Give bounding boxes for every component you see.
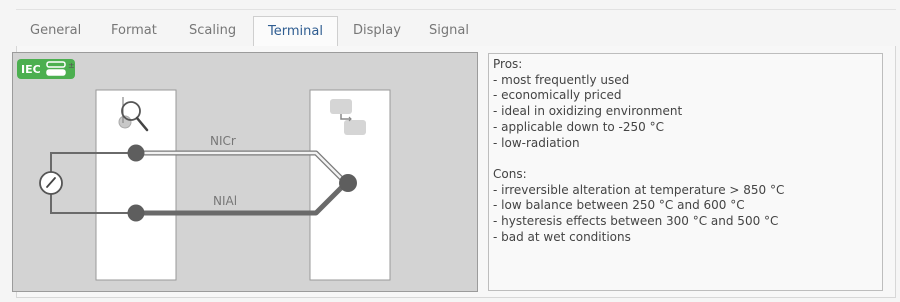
pros-title: Pros:	[493, 57, 523, 71]
junction-dot	[339, 174, 357, 192]
cons-item: - bad at wet conditions	[493, 229, 631, 244]
wire-label-nicr: NICr	[210, 134, 236, 148]
iec-badge: IEC ±	[17, 59, 75, 79]
cons-item: - irreversible alteration at temperature…	[493, 182, 785, 197]
cons-title: Cons:	[493, 166, 527, 181]
terminal-dot-top	[127, 144, 145, 162]
pros-item: - applicable down to -250 °C	[493, 119, 664, 134]
iec-badge-label: IEC	[21, 63, 41, 76]
wire-label-nial: NIAl	[213, 194, 237, 208]
terminal-diagram: IEC ± NICr NIAl	[12, 52, 478, 292]
svg-text:±: ±	[68, 61, 75, 70]
pros-item: - low-radiation	[493, 135, 580, 150]
gauge-icon	[39, 171, 63, 195]
tab-scaling[interactable]: Scaling	[175, 16, 250, 46]
tab-general[interactable]: General	[16, 16, 95, 46]
tab-display[interactable]: Display	[339, 16, 415, 46]
pros-item: - most frequently used	[493, 72, 630, 87]
cons-item: - low balance between 250 °C and 600 °C	[493, 198, 745, 213]
tab-terminal[interactable]: Terminal	[253, 16, 338, 47]
top-divider	[16, 9, 896, 10]
tab-signal[interactable]: Signal	[415, 16, 483, 46]
tab-strip: General Format Scaling Terminal Display …	[16, 16, 896, 47]
sensor-description: Pros: - most frequently used - economica…	[488, 53, 883, 291]
pros-item: - economically priced	[493, 88, 622, 103]
cons-item: - hysteresis effects between 300 °C and …	[493, 214, 779, 229]
pros-item: - ideal in oxidizing environment	[493, 104, 683, 119]
terminal-dot-bottom	[127, 204, 145, 222]
tab-format[interactable]: Format	[97, 16, 171, 46]
